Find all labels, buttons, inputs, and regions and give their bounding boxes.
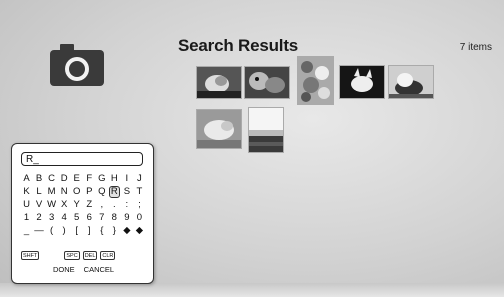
- key-row-1: A B C D E F G H I J: [21, 173, 145, 185]
- key-open-paren[interactable]: (: [46, 225, 57, 237]
- key-open-brace[interactable]: {: [96, 225, 107, 237]
- key-v[interactable]: V: [34, 199, 45, 211]
- key-b[interactable]: B: [34, 173, 45, 185]
- key-row-3: U V W X Y Z , . : ;: [21, 199, 145, 211]
- key-open-bracket[interactable]: [: [71, 225, 82, 237]
- key-r-selected[interactable]: R: [108, 186, 120, 198]
- key-l[interactable]: L: [34, 186, 45, 198]
- key-q[interactable]: Q: [96, 186, 107, 198]
- key-colon[interactable]: :: [121, 199, 132, 211]
- key-h[interactable]: H: [109, 173, 120, 185]
- key-row-5: _ — ( ) [ ] { } ◆ ◆: [21, 225, 145, 237]
- key-close-brace[interactable]: }: [109, 225, 120, 237]
- key-j[interactable]: J: [134, 173, 145, 185]
- page-title: Search Results: [178, 36, 299, 55]
- keyboard-actions: DONE CANCEL: [53, 265, 114, 274]
- key-o[interactable]: O: [71, 186, 82, 198]
- key-f[interactable]: F: [84, 173, 95, 185]
- key-2[interactable]: 2: [34, 212, 45, 224]
- key-underscore[interactable]: _: [21, 225, 32, 237]
- key-row-4: 1 2 3 4 5 6 7 8 9 0: [21, 212, 145, 224]
- key-d[interactable]: D: [59, 173, 70, 185]
- key-g[interactable]: G: [96, 173, 107, 185]
- key-i[interactable]: I: [121, 173, 132, 185]
- key-t[interactable]: T: [134, 186, 145, 198]
- key-3[interactable]: 3: [46, 212, 57, 224]
- key-9[interactable]: 9: [121, 212, 132, 224]
- search-input[interactable]: R_: [21, 152, 143, 166]
- key-left-arrow-icon[interactable]: ◆: [121, 225, 132, 237]
- cancel-button[interactable]: CANCEL: [84, 265, 114, 274]
- key-u[interactable]: U: [21, 199, 32, 211]
- thumbnail-1[interactable]: [197, 67, 241, 98]
- key-8[interactable]: 8: [109, 212, 120, 224]
- key-1[interactable]: 1: [21, 212, 32, 224]
- key-dash[interactable]: —: [34, 225, 45, 237]
- key-y[interactable]: Y: [71, 199, 82, 211]
- key-w[interactable]: W: [46, 199, 57, 211]
- bottom-band: [0, 283, 504, 297]
- thumbnail-2[interactable]: [245, 67, 289, 98]
- key-close-paren[interactable]: ): [59, 225, 70, 237]
- key-period[interactable]: .: [109, 199, 120, 211]
- key-x[interactable]: X: [59, 199, 70, 211]
- thumbnail-7[interactable]: [249, 108, 283, 152]
- clear-key[interactable]: CLR: [100, 251, 116, 260]
- key-z[interactable]: Z: [84, 199, 95, 211]
- delete-key[interactable]: DEL: [82, 251, 98, 260]
- key-7[interactable]: 7: [96, 212, 107, 224]
- key-p[interactable]: P: [84, 186, 95, 198]
- key-4[interactable]: 4: [59, 212, 70, 224]
- key-right-arrow-icon[interactable]: ◆: [134, 225, 145, 237]
- thumbnail-6[interactable]: [197, 110, 241, 148]
- key-5[interactable]: 5: [71, 212, 82, 224]
- key-semicolon[interactable]: ;: [134, 199, 145, 211]
- key-comma[interactable]: ,: [96, 199, 107, 211]
- key-c[interactable]: C: [46, 173, 57, 185]
- key-m[interactable]: M: [46, 186, 57, 198]
- thumbnail-3[interactable]: [298, 57, 333, 104]
- thumbnail-5[interactable]: [389, 66, 433, 98]
- done-button[interactable]: DONE: [53, 265, 75, 274]
- items-count: 7 items: [459, 42, 492, 53]
- key-n[interactable]: N: [59, 186, 70, 198]
- function-key-row: SHFT SPC DEL CLR: [21, 250, 145, 261]
- key-row-2: K L M N O P Q R S T: [21, 186, 145, 198]
- key-e[interactable]: E: [71, 173, 82, 185]
- space-key[interactable]: SPC: [64, 251, 80, 260]
- camera-icon: [50, 44, 104, 86]
- key-0[interactable]: 0: [134, 212, 145, 224]
- key-k[interactable]: K: [21, 186, 32, 198]
- key-6[interactable]: 6: [84, 212, 95, 224]
- key-close-bracket[interactable]: ]: [84, 225, 95, 237]
- thumbnail-4[interactable]: [340, 66, 384, 98]
- shift-key[interactable]: SHFT: [21, 251, 40, 260]
- key-a[interactable]: A: [21, 173, 32, 185]
- key-s[interactable]: S: [121, 186, 132, 198]
